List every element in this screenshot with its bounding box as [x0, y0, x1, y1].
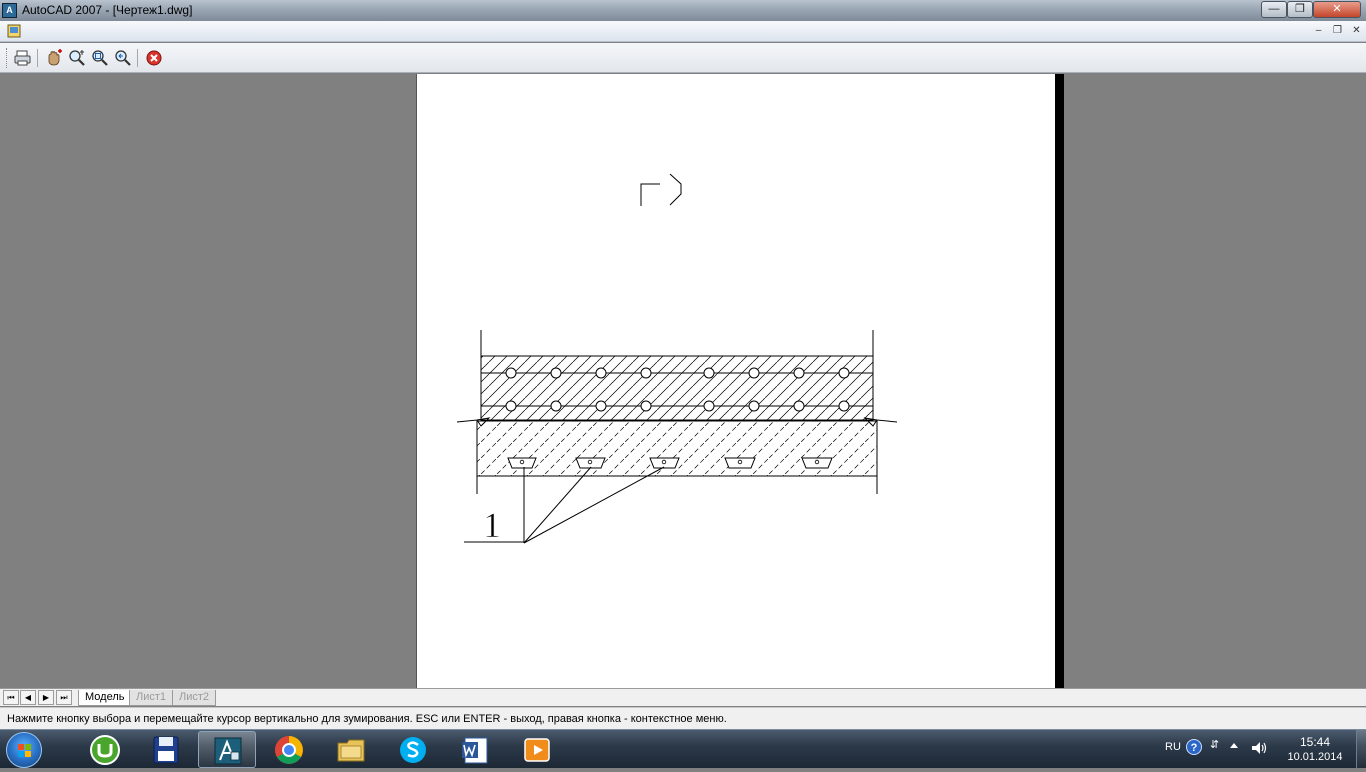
toolbar-grip[interactable]	[6, 48, 8, 68]
network-icon[interactable]: ⇵	[1210, 738, 1219, 751]
zoom-realtime-icon[interactable]	[67, 48, 87, 68]
section-marker-bracket	[640, 183, 660, 206]
utorrent-icon	[90, 735, 120, 765]
taskbar-media-player[interactable]	[508, 731, 566, 768]
tab-sheet2[interactable]: Лист2	[172, 690, 217, 706]
drawing-canvas[interactable]: Г 1	[417, 74, 1057, 688]
drawing-viewport[interactable]: Г 1	[0, 74, 1366, 688]
taskbar-explorer[interactable]	[322, 731, 380, 768]
layout-tab-bar: ⏮ ◀ ▶ ⏭ Модель Лист1 Лист2	[0, 688, 1366, 706]
next-tab-button[interactable]: ▶	[38, 690, 54, 705]
zoom-window-icon[interactable]	[90, 48, 110, 68]
last-tab-button[interactable]: ⏭	[56, 690, 72, 705]
taskbar-save[interactable]	[137, 731, 195, 768]
title-bar: A AutoCAD 2007 - [Чертеж1.dwg] — ❐ ✕	[0, 0, 1366, 21]
maximize-button[interactable]: ❐	[1287, 1, 1313, 18]
folder-icon	[337, 739, 365, 762]
clock-time[interactable]: 15:44	[1290, 735, 1340, 749]
first-tab-button[interactable]: ⏮	[3, 690, 19, 705]
show-hidden-icons-icon[interactable]	[1230, 743, 1238, 748]
toolbar-separator	[137, 49, 138, 67]
taskbar-autocad[interactable]	[198, 731, 256, 768]
word-icon	[462, 737, 488, 764]
minimize-button[interactable]: —	[1261, 1, 1287, 18]
taskbar-word[interactable]	[446, 731, 504, 768]
status-bar: Нажмите кнопку выбора и перемещайте курс…	[0, 707, 1366, 729]
window-title: AutoCAD 2007 - [Чертеж1.dwg]	[22, 3, 193, 17]
volume-icon[interactable]	[1250, 740, 1268, 756]
taskbar-chrome[interactable]	[260, 731, 318, 768]
autocad-app-icon[interactable]: A	[2, 3, 17, 18]
section-marker-arrow	[669, 173, 682, 206]
section-marker-label: Г	[632, 183, 633, 185]
tab-sheet1[interactable]: Лист1	[129, 690, 174, 706]
sheet-shadow	[1055, 74, 1064, 688]
mdi-bar: – ❐ ✕	[0, 21, 1366, 42]
toolbar-separator	[37, 49, 38, 67]
taskbar-utorrent[interactable]	[76, 731, 134, 768]
help-icon[interactable]: ?	[1186, 739, 1202, 755]
tab-model[interactable]: Модель	[78, 690, 132, 706]
zoom-previous-icon[interactable]	[113, 48, 133, 68]
close-button[interactable]: ✕	[1313, 1, 1361, 18]
taskbar-skype[interactable]	[384, 731, 442, 768]
upper-slab	[480, 355, 874, 421]
windows-logo-icon	[18, 744, 31, 757]
paper-sheet[interactable]: Г 1	[416, 74, 1056, 688]
mdi-minimize-button[interactable]: –	[1311, 25, 1326, 39]
drawing-document-icon[interactable]	[7, 24, 21, 38]
language-indicator[interactable]: RU	[1165, 741, 1181, 753]
media-player-icon	[524, 738, 550, 762]
command-prompt-text: Нажмите кнопку выбора и перемещайте курс…	[7, 713, 727, 725]
chrome-icon	[275, 736, 303, 764]
leader-callout-label: 1	[483, 505, 501, 545]
mdi-close-button[interactable]: ✕	[1349, 25, 1364, 39]
show-desktop-button[interactable]	[1356, 730, 1366, 769]
preview-toolbar	[0, 43, 1366, 73]
previous-tab-button[interactable]: ◀	[20, 690, 36, 705]
skype-icon	[400, 737, 426, 763]
close-preview-icon[interactable]	[144, 48, 164, 68]
floppy-disk-icon	[153, 736, 179, 764]
autocad-icon	[214, 737, 242, 765]
mdi-restore-button[interactable]: ❐	[1330, 25, 1345, 39]
start-button[interactable]	[6, 732, 42, 768]
clock-date[interactable]: 10.01.2014	[1281, 751, 1349, 763]
pan-icon[interactable]	[44, 48, 64, 68]
windows-taskbar: RU ? ⇵ 15:44 10.01.2014	[0, 729, 1366, 769]
plot-icon[interactable]	[13, 48, 33, 68]
